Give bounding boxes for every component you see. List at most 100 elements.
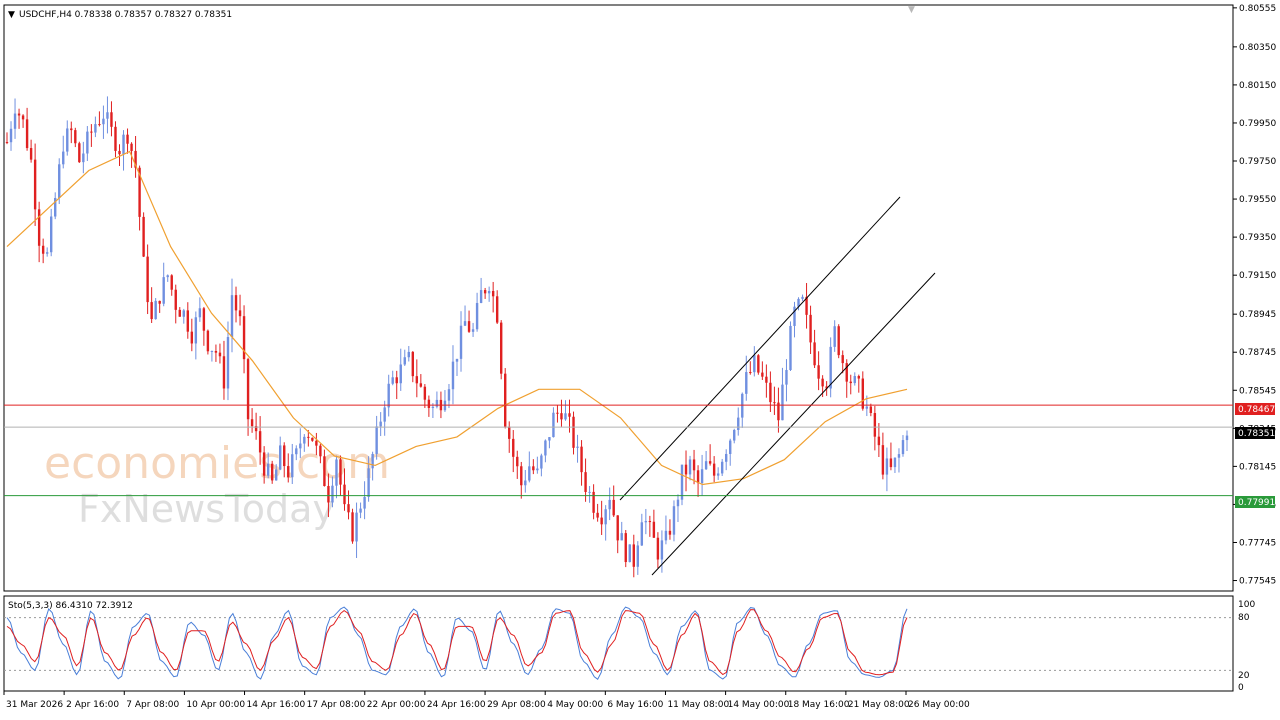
candle-body — [753, 355, 756, 373]
candle-body — [471, 329, 475, 332]
candle-body — [90, 131, 93, 133]
candle-body — [491, 290, 495, 297]
candle-body — [387, 383, 390, 408]
candle-body — [178, 309, 181, 317]
candle-body — [291, 454, 294, 478]
candle-body — [347, 504, 350, 513]
candle-body — [142, 216, 145, 257]
candle-body — [889, 458, 893, 468]
support-price-label: 0.77991 — [1238, 498, 1275, 508]
price-tick-label: 0.80555 — [1239, 4, 1276, 14]
candle-body — [299, 443, 302, 449]
candle-body — [556, 412, 559, 414]
candle-body — [391, 377, 394, 384]
candle-body — [415, 376, 419, 384]
candle-body — [270, 463, 274, 481]
watermark-fxnewstoday: FxNewsToday — [78, 487, 335, 531]
candle-body — [58, 164, 61, 198]
candle-body — [198, 308, 202, 318]
candle-body — [351, 512, 354, 542]
candle-body — [94, 124, 97, 133]
candle-body — [5, 141, 9, 143]
candle-body — [110, 112, 113, 127]
candle-body — [829, 346, 832, 389]
scroll-marker-icon[interactable]: ▼ — [908, 5, 915, 15]
price-tick-label: 0.78945 — [1239, 310, 1276, 320]
candle-body — [154, 300, 157, 320]
candle-body — [733, 429, 736, 441]
time-tick-label: 22 Apr 00:00 — [367, 700, 426, 710]
candle-body — [258, 431, 262, 453]
candle-body — [287, 466, 290, 478]
candle-body — [150, 302, 153, 320]
candle-body — [869, 406, 873, 414]
candle-body — [222, 356, 226, 389]
candle-body — [283, 445, 286, 467]
candle-body — [78, 143, 81, 163]
candle-body — [592, 491, 595, 513]
candle-body — [632, 544, 635, 567]
price-tick-label: 0.78745 — [1239, 348, 1276, 358]
candle-body — [833, 326, 836, 347]
candle-body — [13, 113, 17, 129]
candle-body — [572, 416, 575, 448]
price-tick-label: 0.79950 — [1239, 119, 1276, 129]
candle-body — [544, 440, 547, 456]
candle-body — [584, 472, 587, 492]
candle-body — [588, 491, 591, 493]
candle-body — [311, 437, 314, 441]
candle-body — [508, 426, 511, 439]
candle-body — [773, 402, 776, 404]
candle-body — [745, 372, 748, 394]
candle-body — [524, 480, 527, 486]
time-axis: 31 Mar 2026 2 Apr 16:00 7 Apr 08:00 10 Apr … — [3, 691, 970, 710]
candle-body — [166, 275, 169, 278]
candle-body — [234, 295, 238, 311]
time-tick-label: 29 Apr 08:00 — [487, 700, 546, 710]
candle-body — [343, 484, 346, 505]
stoch-level-0: 0 — [1238, 683, 1244, 693]
price-tick-label: 0.77545 — [1239, 577, 1276, 587]
candle-body — [495, 296, 499, 323]
candle-body — [857, 376, 860, 379]
candle-body — [202, 308, 206, 331]
candle-body — [620, 533, 623, 541]
price-tick-label: 0.77745 — [1239, 538, 1276, 548]
candle-body — [616, 515, 619, 541]
candle-body — [821, 378, 824, 387]
candle-body — [455, 358, 459, 362]
candle-body — [427, 399, 431, 408]
candle-body — [837, 326, 840, 356]
candle-body — [608, 499, 611, 510]
candle-body — [704, 461, 708, 470]
candle-body — [463, 321, 467, 326]
candle-body — [307, 436, 310, 438]
candle-body — [371, 453, 374, 469]
candle-body — [901, 440, 905, 455]
candle-body — [640, 522, 644, 546]
candle-body — [700, 469, 704, 484]
candle-body — [399, 364, 402, 384]
candle-body — [664, 530, 668, 541]
stoch-level-80: 80 — [1238, 613, 1250, 623]
candle-body — [37, 209, 41, 246]
resistance-price-label: 0.78467 — [1238, 405, 1275, 415]
candle-body — [339, 459, 342, 485]
candle-body — [761, 372, 764, 377]
candle-body — [604, 509, 607, 525]
candle-body — [499, 322, 503, 374]
time-tick-label: 21 May 08:00 — [848, 700, 910, 710]
candle-body — [98, 124, 101, 126]
candle-body — [785, 370, 788, 385]
candle-body — [564, 413, 567, 420]
dropdown-arrow-icon[interactable]: ▼ — [8, 10, 15, 20]
candle-body — [214, 350, 218, 353]
candle-body — [905, 435, 909, 441]
candle-body — [423, 386, 427, 400]
candle-body — [407, 351, 410, 358]
stochastic-label: Sto(5,3,3) 86.4310 72.3912 — [8, 601, 133, 611]
candle-body — [861, 378, 865, 409]
stoch-level-20: 20 — [1238, 671, 1250, 681]
candle-body — [532, 466, 535, 471]
current-price-label: 0.78351 — [1238, 429, 1275, 439]
